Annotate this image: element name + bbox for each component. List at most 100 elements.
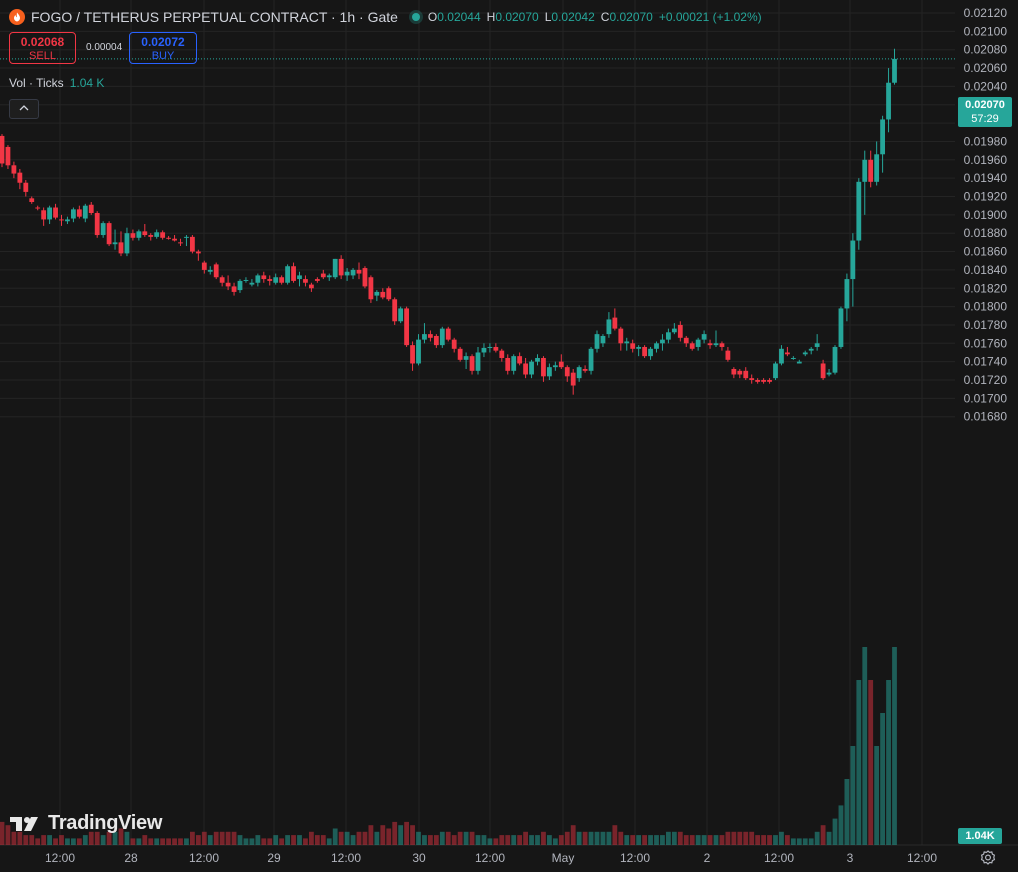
open-label: O (427, 10, 438, 24)
candle-body (148, 235, 154, 237)
volume-bar (267, 838, 273, 845)
candle-body (297, 275, 302, 280)
candle-body (552, 365, 558, 368)
candle-body (880, 119, 885, 155)
volume-bar (362, 831, 368, 845)
candle-body (642, 346, 647, 357)
candle-body (570, 372, 576, 386)
low-value: 0.02042 (551, 10, 595, 24)
volume-bar (142, 835, 148, 845)
volume-bar (594, 831, 600, 845)
x-tick-label: 28 (124, 851, 138, 865)
candle-body (886, 82, 891, 120)
x-tick-label: 12:00 (764, 851, 794, 865)
volume-bar (761, 835, 766, 845)
volume-bar (773, 835, 778, 845)
candle-body (267, 279, 273, 281)
y-tick-label: 0.02120 (964, 6, 1008, 20)
volume-bar (279, 838, 285, 845)
collapse-legend-button[interactable] (9, 99, 39, 119)
candle-body (130, 233, 136, 238)
volume-bar (219, 831, 225, 845)
candle-body (41, 210, 47, 220)
candle-body (451, 339, 457, 349)
volume-bar (100, 835, 106, 845)
volume-bar (648, 835, 653, 845)
y-tick-label: 0.01740 (964, 355, 1008, 369)
candle-body (368, 277, 374, 300)
volume-bar (237, 835, 243, 845)
volume-bar (796, 838, 802, 845)
volume-bar (576, 831, 582, 845)
candle-body (124, 233, 130, 254)
candle-body (868, 159, 874, 182)
buy-button[interactable]: 0.02072 BUY (129, 32, 197, 64)
candle-body (195, 251, 201, 254)
candle-body (773, 363, 778, 379)
price-axis[interactable]: 0.02120 0.02100 0.02080 0.02060 0.02040 0.020… (964, 6, 1008, 424)
x-tick-label: 12:00 (620, 851, 650, 865)
candle-body (219, 277, 225, 283)
volume-bar (695, 835, 701, 845)
candle-body (541, 357, 546, 377)
price-chart[interactable]: 0.02120 0.02100 0.02080 0.02060 0.02040 0.020… (0, 0, 1018, 872)
candle-body (273, 277, 279, 283)
volume-bar (445, 831, 451, 845)
volume-bar (850, 746, 856, 845)
candle-body (213, 264, 219, 278)
x-tick-label: 30 (412, 851, 426, 865)
candle-body (862, 159, 868, 182)
candle-body (666, 332, 671, 340)
x-tick-label: May (552, 851, 575, 865)
symbol-title[interactable]: FOGO / TETHERUS PERPETUAL CONTRACT · 1h … (31, 9, 398, 25)
candle-body (404, 308, 409, 346)
candle-body (737, 370, 743, 375)
volume-bar (404, 821, 409, 845)
tradingview-watermark[interactable]: TradingView (10, 812, 162, 835)
candle-body (648, 348, 653, 357)
volume-bar (511, 835, 517, 845)
volume-bar (707, 835, 713, 845)
candle-body (398, 308, 404, 322)
volume-bar (481, 835, 487, 845)
candle-body (463, 356, 469, 360)
volume-bar (475, 835, 481, 845)
chevron-up-icon (19, 105, 29, 111)
volume-bar (755, 835, 761, 845)
volume-bar (148, 838, 154, 845)
candle-body (826, 372, 832, 375)
volume-legend[interactable]: Vol · Ticks 1.04 K (9, 76, 104, 90)
volume-bar (541, 831, 546, 845)
volume-bar (785, 835, 790, 845)
volume-bar (23, 835, 29, 845)
y-tick-label: 0.01940 (964, 171, 1008, 185)
volume-bar (59, 835, 64, 845)
sell-button[interactable]: 0.02068 SELL (9, 32, 76, 64)
y-tick-label: 0.01760 (964, 336, 1008, 350)
candle-body (142, 231, 148, 236)
candle-body (303, 279, 308, 283)
candle-body (154, 232, 160, 237)
candle-body (594, 334, 600, 349)
volume-bar (517, 835, 523, 845)
open-value: 0.02044 (437, 10, 481, 24)
volume-bar (838, 805, 844, 845)
volume-bar (303, 838, 308, 845)
volume-bar (178, 838, 183, 845)
candle-body (654, 343, 659, 349)
volume-bar (808, 838, 814, 845)
settings-gear-icon[interactable] (979, 849, 997, 867)
candle-body (796, 361, 802, 364)
candle-body (689, 343, 695, 349)
volume-bar (0, 821, 5, 845)
candle-body (505, 357, 511, 371)
last-price-tag: 0.02070 57:29 (958, 97, 1012, 127)
candle-body (636, 346, 642, 349)
volume-bar (671, 831, 677, 845)
candle-body (808, 348, 814, 351)
candle-body (547, 367, 552, 377)
y-tick-label: 0.02040 (964, 79, 1008, 93)
candle-body (225, 282, 231, 287)
time-axis[interactable]: 12:00 28 12:00 29 12:00 30 12:00 May 12:00 2 12:00… (45, 851, 937, 865)
volume-bar (291, 835, 296, 845)
